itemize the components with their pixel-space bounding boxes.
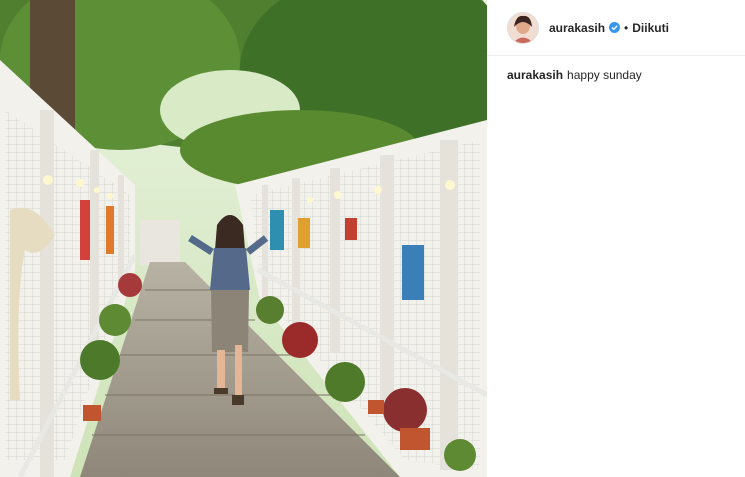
post-caption: aurakasih happy sunday [507,68,642,82]
separator-dot: • [624,20,629,35]
follow-status-button[interactable]: Diikuti [632,21,669,35]
avatar[interactable] [507,11,539,44]
post-photo[interactable] [0,0,487,477]
verified-badge-icon [609,22,621,33]
username[interactable]: aurakasih [549,21,605,35]
photo-illustration [0,0,487,477]
caption-username[interactable]: aurakasih [507,68,563,82]
post-header: aurakasih • Diikuti [487,0,745,56]
post-details-panel: aurakasih • Diikuti aurakasih happy sunda… [487,0,745,477]
avatar-image [508,12,538,43]
caption-text: happy sunday [567,68,642,82]
